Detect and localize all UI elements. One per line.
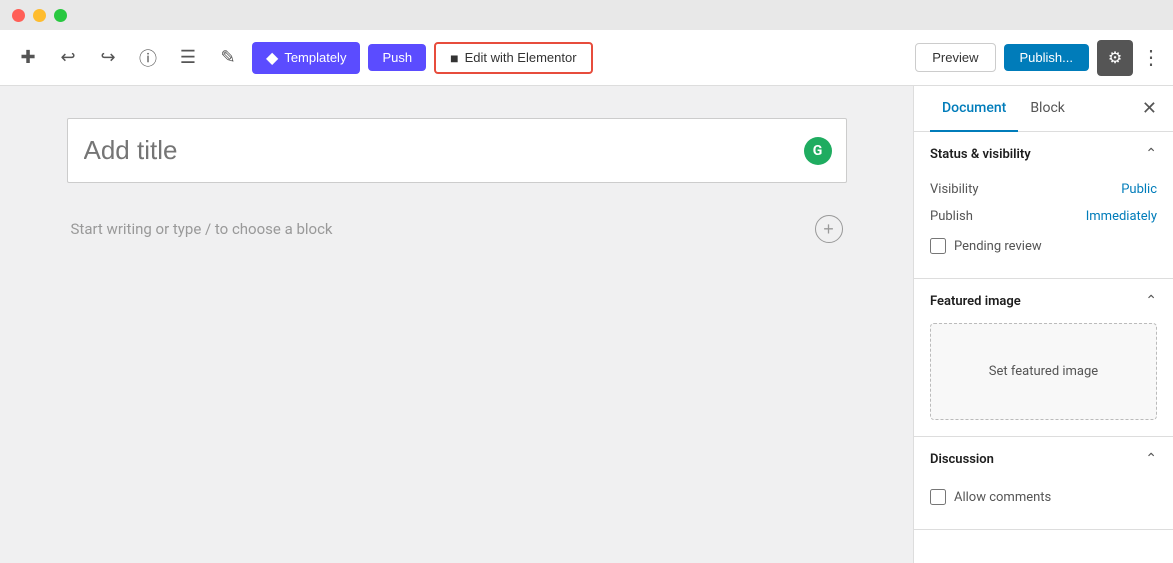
push-button[interactable]: Push [368,44,426,71]
content-placeholder-text: Start writing or type / to choose a bloc… [71,220,333,238]
discussion-header[interactable]: Discussion ⌃ [914,437,1173,481]
push-label: Push [382,50,412,65]
undo-button[interactable]: ↩ [52,42,84,74]
preview-button[interactable]: Preview [915,43,995,72]
sidebar-close-button[interactable]: ✕ [1142,98,1157,119]
pending-review-row: Pending review [930,230,1157,262]
sidebar-tabs: Document Block ✕ [914,86,1173,132]
plus-icon: ✚ [20,47,35,68]
title-input-wrapper: G [67,118,847,183]
featured-image-content: Set featured image [914,323,1173,436]
chevron-up-icon-discussion: ⌃ [1145,451,1157,467]
publish-label: Publish... [1020,50,1073,65]
tab-block[interactable]: Block [1018,86,1077,132]
chevron-up-icon: ⌃ [1145,146,1157,162]
pen-icon: ✎ [220,47,235,68]
main-layout: G Start writing or type / to choose a bl… [0,86,1173,563]
list-view-button[interactable]: ☰ [172,42,204,74]
templately-label: Templately [284,50,346,65]
editor-area: G Start writing or type / to choose a bl… [0,86,913,563]
elementor-label: Edit with Elementor [465,50,577,65]
add-block-toolbar-button[interactable]: ✚ [12,42,44,74]
redo-icon: ↪ [100,47,115,68]
maximize-dot[interactable] [54,9,67,22]
pending-review-label: Pending review [954,239,1042,254]
preview-label: Preview [932,50,978,65]
templately-icon: ◆ [266,48,278,68]
featured-image-title: Featured image [930,294,1021,309]
info-icon: ⓘ [139,45,157,71]
status-visibility-content: Visibility Public Publish Immediately Pe… [914,176,1173,278]
tab-document[interactable]: Document [930,86,1018,132]
settings-button[interactable]: ⚙ [1097,40,1133,76]
set-featured-image-button[interactable]: Set featured image [930,323,1157,420]
publish-row: Publish Immediately [930,203,1157,230]
discussion-content: Allow comments [914,481,1173,529]
plus-circle-icon: + [823,219,834,240]
publish-button[interactable]: Publish... [1004,44,1089,71]
featured-image-header[interactable]: Featured image ⌃ [914,279,1173,323]
content-area: Start writing or type / to choose a bloc… [67,203,847,255]
visibility-row: Visibility Public [930,176,1157,203]
info-button[interactable]: ⓘ [132,42,164,74]
redo-button[interactable]: ↪ [92,42,124,74]
status-visibility-title: Status & visibility [930,147,1031,162]
minimize-dot[interactable] [33,9,46,22]
add-block-button[interactable]: + [815,215,843,243]
visibility-value[interactable]: Public [1121,182,1157,197]
allow-comments-row: Allow comments [930,481,1157,513]
set-featured-image-label: Set featured image [989,364,1098,379]
undo-icon: ↩ [60,47,75,68]
gear-icon: ⚙ [1108,48,1122,68]
toolbar: ✚ ↩ ↪ ⓘ ☰ ✎ ◆ Templately Push ■ Edit wit… [0,30,1173,86]
close-icon: ✕ [1142,98,1157,118]
discussion-section: Discussion ⌃ Allow comments [914,437,1173,530]
elementor-icon: ■ [450,50,458,66]
publish-row-label: Publish [930,209,973,224]
allow-comments-label: Allow comments [954,490,1051,505]
featured-image-section: Featured image ⌃ Set featured image [914,279,1173,437]
pen-button[interactable]: ✎ [212,42,244,74]
status-visibility-header[interactable]: Status & visibility ⌃ [914,132,1173,176]
templately-button[interactable]: ◆ Templately [252,42,360,74]
visibility-label: Visibility [930,182,979,197]
allow-comments-checkbox[interactable] [930,489,946,505]
more-options-button[interactable]: ⋮ [1141,45,1161,70]
pending-review-checkbox[interactable] [930,238,946,254]
status-visibility-section: Status & visibility ⌃ Visibility Public … [914,132,1173,279]
list-icon: ☰ [180,47,196,68]
grammarly-icon: G [804,137,832,165]
more-icon: ⋮ [1141,47,1161,69]
publish-row-value[interactable]: Immediately [1086,209,1157,224]
discussion-title: Discussion [930,452,994,467]
titlebar [0,0,1173,30]
sidebar: Document Block ✕ Status & visibility ⌃ V… [913,86,1173,563]
close-dot[interactable] [12,9,25,22]
chevron-up-icon-featured: ⌃ [1145,293,1157,309]
title-input[interactable] [84,135,798,166]
edit-with-elementor-button[interactable]: ■ Edit with Elementor [434,42,592,74]
